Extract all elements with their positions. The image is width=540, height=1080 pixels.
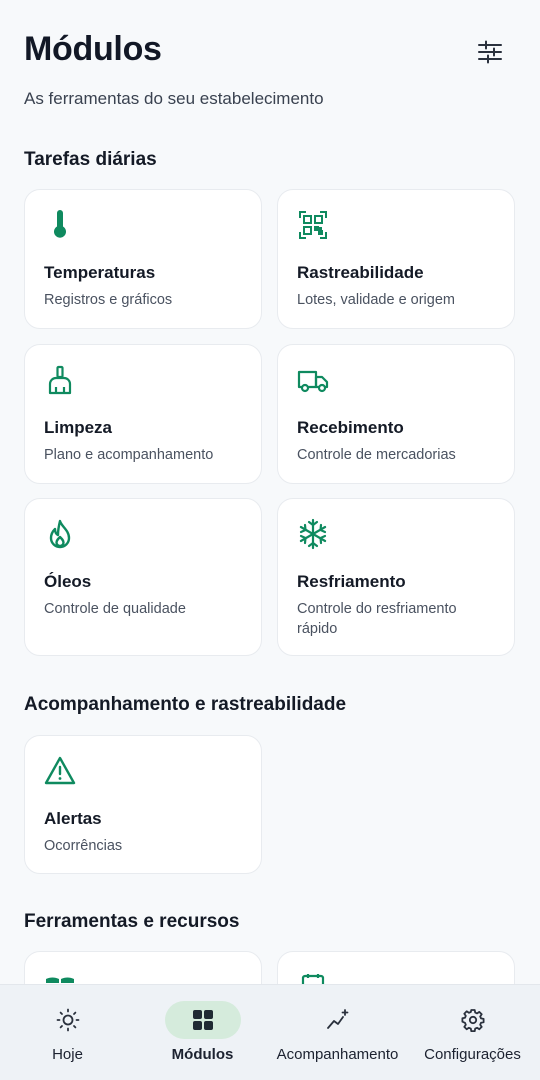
section-title-daily-tasks: Tarefas diárias <box>24 149 157 170</box>
card-title: Rastreabilidade <box>297 263 424 282</box>
nav-icon-container <box>300 1001 376 1039</box>
header: Módulos <box>24 30 516 69</box>
nav-label: Hoje <box>52 1046 83 1063</box>
qr-code-icon <box>299 211 327 239</box>
card-description: Plano e acompanhamento <box>44 447 214 463</box>
nav-icon-container-active <box>164 1001 241 1039</box>
nav-label: Configurações <box>424 1046 521 1063</box>
sun-icon <box>56 1008 79 1032</box>
card-title: Temperaturas <box>44 263 156 282</box>
snowflake-icon <box>299 518 327 550</box>
nav-item-acompanhamento[interactable]: Acompanhamento <box>270 985 405 1080</box>
grid-icon <box>192 1010 213 1030</box>
filter-button[interactable] <box>476 38 504 66</box>
nav-item-modulos[interactable]: Módulos <box>135 985 270 1080</box>
chart-sparkle-icon <box>326 1009 348 1029</box>
gear-icon <box>461 1009 484 1032</box>
nav-icon-container <box>30 1001 106 1039</box>
section-title-tools: Ferramentas e recursos <box>24 911 240 932</box>
card-description: Controle de qualidade <box>44 601 186 617</box>
page-subtitle: As ferramentas do seu estabelecimento <box>24 89 324 108</box>
nav-icon-container <box>435 1001 511 1039</box>
card-title: Resfriamento <box>297 572 406 591</box>
module-card-recebimento[interactable]: Recebimento Controle de mercadorias <box>277 344 515 484</box>
flame-icon <box>49 519 71 549</box>
card-description: Registros e gráficos <box>44 292 173 308</box>
card-title: Limpeza <box>44 418 113 437</box>
card-description: Ocorrências <box>44 838 123 854</box>
module-card-rastreabilidade[interactable]: Rastreabilidade Lotes, validade e origem <box>277 189 515 329</box>
page-title: Módulos <box>24 30 162 68</box>
card-title: Óleos <box>44 572 92 591</box>
nav-item-hoje[interactable]: Hoje <box>0 985 135 1080</box>
nav-label: Módulos <box>171 1046 234 1063</box>
card-description: Controle do resfriamento rápido <box>297 601 457 637</box>
card-title: Recebimento <box>297 418 404 437</box>
sliders-icon <box>478 40 502 64</box>
module-card-resfriamento[interactable]: Resfriamento Controle do resfriamento rá… <box>277 498 515 656</box>
module-card-temperaturas[interactable]: Temperaturas Registros e gráficos <box>24 189 262 329</box>
card-description: Controle de mercadorias <box>297 447 456 463</box>
module-card-alertas[interactable]: Alertas Ocorrências <box>24 735 262 874</box>
module-card-limpeza[interactable]: Limpeza Plano e acompanhamento <box>24 344 262 484</box>
thermometer-icon <box>54 210 66 238</box>
warning-icon <box>44 756 76 785</box>
bottom-navigation: Hoje Módulos Acompanhamento Configuraçõe… <box>0 984 540 1080</box>
broom-icon <box>48 365 72 395</box>
card-description: Lotes, validade e origem <box>297 292 455 308</box>
module-card-oleos[interactable]: Óleos Controle de qualidade <box>24 498 262 656</box>
card-title: Alertas <box>44 809 102 828</box>
nav-label: Acompanhamento <box>276 1046 399 1063</box>
nav-item-configuracoes[interactable]: Configurações <box>405 985 540 1080</box>
truck-icon <box>297 370 329 393</box>
section-title-tracking: Acompanhamento e rastreabilidade <box>24 694 347 715</box>
